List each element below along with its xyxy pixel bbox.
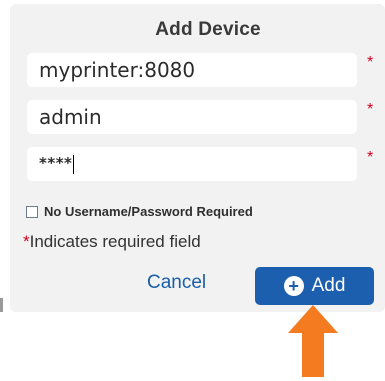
required-field-note: *Indicates required field — [23, 232, 201, 252]
username-field[interactable]: admin — [27, 100, 357, 134]
arrow-up-icon — [288, 305, 338, 377]
no-credentials-checkbox-row[interactable]: No Username/Password Required — [26, 204, 253, 219]
required-marker-username: * — [367, 101, 374, 118]
text-cursor — [73, 155, 75, 174]
host-field[interactable]: myprinter:8080 — [27, 53, 357, 87]
cancel-button[interactable]: Cancel — [147, 272, 206, 294]
required-note-star: * — [23, 232, 30, 251]
background-edge — [0, 298, 3, 312]
password-value: **** — [39, 154, 73, 172]
required-marker-password: * — [367, 149, 374, 166]
add-button[interactable]: + Add — [255, 267, 374, 305]
required-note-text: Indicates required field — [29, 232, 201, 251]
add-button-label: Add — [311, 275, 346, 296]
username-value: admin — [39, 105, 102, 129]
password-field[interactable]: **** — [27, 147, 357, 181]
no-credentials-checkbox[interactable] — [26, 205, 38, 218]
required-marker-host: * — [367, 54, 374, 71]
plus-circle-icon: + — [283, 276, 304, 296]
no-credentials-label: No Username/Password Required — [44, 204, 253, 219]
add-device-dialog: Add Device myprinter:8080 * admin * ****… — [10, 4, 385, 312]
dialog-title: Add Device — [155, 19, 261, 40]
host-value: myprinter:8080 — [39, 58, 196, 82]
